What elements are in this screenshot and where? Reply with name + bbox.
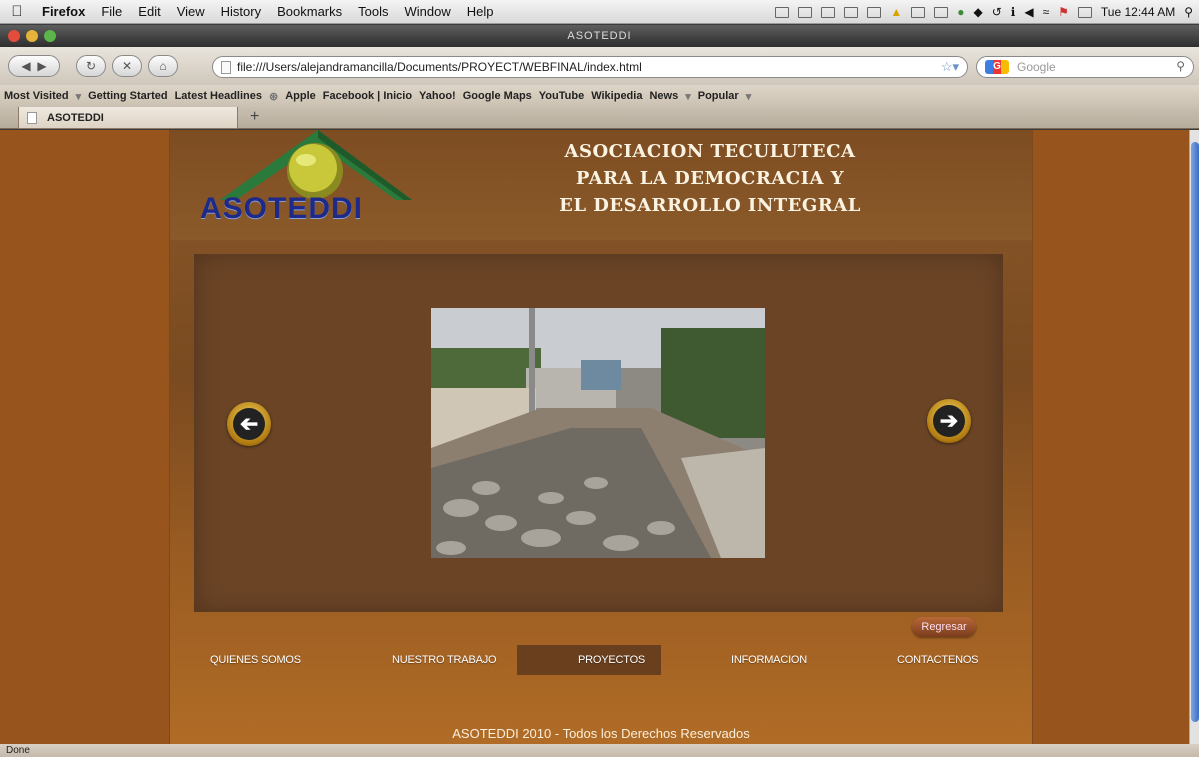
bookmark-google-maps[interactable]: Google Maps [463,90,532,102]
clock[interactable]: Tue 12:44 AM [1101,5,1175,19]
menu-bookmarks[interactable]: Bookmarks [269,4,350,19]
title-line-3: EL DESARROLLO INTEGRAL [559,195,861,216]
menu-edit[interactable]: Edit [130,4,168,19]
stop-icon: ✕ [121,59,133,73]
logo-text: ASOTEDDI [200,192,364,225]
menu-extras: ▲ ● ◆ ↺ ℹ ◀ ≈ ⚑ Tue 12:44 AM ⚲ [775,0,1193,24]
window-title: ASOTEDDI [567,30,632,42]
bookmark-news[interactable]: News [649,90,678,102]
stop-button[interactable]: ✕ [112,55,142,77]
mail-icon[interactable] [844,6,859,18]
apple-menu-icon[interactable]:  [0,3,34,20]
forward-icon[interactable]: ▶ [37,59,46,73]
search-icon[interactable]: ⚲ [1176,59,1185,73]
url-text[interactable]: file:///Users/alejandramancilla/Document… [237,60,642,74]
tab-label: ASOTEDDI [47,111,104,124]
back-forward-buttons[interactable]: ◀ ▶ [8,55,60,77]
new-tab-button[interactable]: + [250,108,259,126]
google-icon[interactable]: G [985,60,1009,74]
page-icon [27,111,37,124]
footer-text: ASOTEDDI 2010 - Todos los Derechos Reser… [452,726,750,741]
vertical-scrollbar[interactable] [1189,130,1199,744]
reload-icon: ↻ [85,59,97,73]
wifi-icon[interactable]: ≈ [1043,5,1050,19]
page-title: ASOCIACION TECULUTECA PARA LA DEMOCRACIA… [520,138,900,219]
bookmark-wikipedia[interactable]: Wikipedia [591,90,642,102]
menu-file[interactable]: File [93,4,130,19]
flag-icon[interactable]: ⚑ [1058,5,1069,19]
menu-window[interactable]: Window [397,4,459,19]
menu-help[interactable]: Help [459,4,502,19]
bookmark-facebook[interactable]: Facebook | Inicio [323,90,412,102]
nav-informacion[interactable]: INFORMACION [731,645,807,675]
regresar-button[interactable]: Regresar [912,617,976,637]
nav-contactenos[interactable]: CONTACTENOS [897,645,979,675]
scroll-thumb[interactable] [1191,142,1199,722]
mac-menu-bar:  Firefox File Edit View History Bookmar… [0,0,1199,24]
mail-icon[interactable] [867,6,882,18]
menu-app-firefox[interactable]: Firefox [34,4,93,19]
mail-icon[interactable] [821,6,836,18]
menu-history[interactable]: History [213,4,269,19]
spotlight-icon[interactable]: ⚲ [1184,5,1193,19]
time-machine-icon[interactable]: ↺ [992,5,1002,19]
bookmark-getting-started[interactable]: Getting Started [88,90,167,102]
page-icon [221,61,231,74]
bookmark-apple[interactable]: Apple [285,90,316,102]
arrow-right-icon: ➔ [933,405,965,437]
bookmark-yahoo[interactable]: Yahoo! [419,90,456,102]
warning-icon[interactable]: ▲ [890,5,902,19]
prev-arrow-button[interactable]: ➔ [227,402,271,446]
mail-icon[interactable] [934,6,949,18]
tab-asoteddi[interactable]: ASOTEDDI [18,107,238,129]
bookmark-most-visited[interactable]: Most Visited [4,90,69,102]
image-slider: ➔ ➔ [194,254,1003,612]
mail-icon[interactable] [775,6,790,18]
volume-icon[interactable]: ◀ [1024,5,1033,19]
rss-icon: ⊛ [269,90,279,103]
bookmark-latest-headlines[interactable]: Latest Headlines [175,90,262,102]
bookmarks-bar: Most Visited ▾ Getting Started Latest Hea… [0,85,1199,107]
arrow-left-icon: ➔ [233,408,265,440]
mail-icon[interactable] [911,6,926,18]
window-title-bar: ASOTEDDI [0,25,1199,47]
next-arrow-button[interactable]: ➔ [927,399,971,443]
street-photo-image [431,308,765,558]
status-text: Done [6,745,30,756]
bookmark-youtube[interactable]: YouTube [539,90,584,102]
page-content: ASOTEDDI ASOCIACION TECULUTECA PARA LA D… [0,130,1189,744]
battery-icon[interactable] [1077,6,1092,18]
chat-icon[interactable]: ● [957,5,964,19]
nav-nuestro-trabajo[interactable]: NUESTRO TRABAJO [392,645,497,675]
nav-quienes-somos[interactable]: QUIENES SOMOS [210,645,301,675]
status-bar: Done [0,744,1199,757]
reload-button[interactable]: ↻ [76,55,106,77]
app-icon[interactable]: ◆ [973,5,982,19]
mail-icon[interactable] [798,6,813,18]
home-icon: ⌂ [159,59,167,73]
nav-proyectos[interactable]: PROYECTOS [578,645,645,675]
bookmark-popular[interactable]: Popular [698,90,739,102]
menu-view[interactable]: View [169,4,213,19]
url-bar[interactable]: file:///Users/alejandramancilla/Document… [212,56,968,78]
main-nav: QUIENES SOMOS NUESTRO TRABAJO PROYECTOS … [170,645,1032,675]
bookmark-star-icon[interactable]: ☆▾ [941,59,959,75]
project-photo [431,308,765,558]
search-placeholder: Google [1017,60,1056,74]
back-icon[interactable]: ◀ [21,59,30,73]
title-line-2: PARA LA DEMOCRACIA Y [575,168,845,189]
menu-tools[interactable]: Tools [350,4,396,19]
tab-bar: ASOTEDDI + [0,107,1199,129]
title-line-1: ASOCIACION TECULUTECA [564,141,856,162]
browser-toolbar: ◀ ▶ ↻ ✕ ⌂ file:///Users/alejandramancill… [0,47,1199,85]
search-input[interactable]: G Google ⚲ [976,56,1194,78]
bluetooth-icon[interactable]: ℹ [1011,5,1016,19]
home-button[interactable]: ⌂ [148,55,178,77]
